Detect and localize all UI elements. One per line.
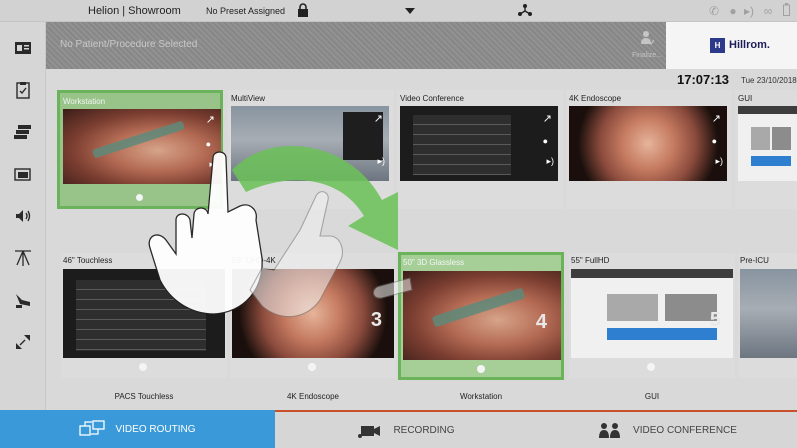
- display-number: 3: [370, 309, 382, 331]
- layers-icon[interactable]: [7, 116, 39, 148]
- speaker-icon[interactable]: ▸): [209, 159, 217, 170]
- status-indicator: [139, 363, 147, 371]
- surgical-lamp-icon[interactable]: [7, 284, 39, 316]
- finalize-label: Finalize...: [632, 52, 662, 59]
- source-preview: ↗ ● ▸): [400, 106, 558, 181]
- source-label: GUI: [738, 94, 753, 103]
- source-label: 4K Endoscope: [569, 94, 622, 103]
- destination-preview: [571, 269, 733, 358]
- destination-label: 55" UHD-4K: [232, 256, 276, 265]
- patient-header[interactable]: No Patient/Procedure Selected Finalize..…: [46, 22, 797, 69]
- destination-source-name: PACS Touchless: [114, 392, 174, 401]
- phone-icon[interactable]: ✆: [706, 3, 722, 19]
- clock-date: Tue 23/10/2018: [741, 76, 797, 85]
- destination-source-name: GUI: [644, 392, 660, 401]
- hillrom-mark-icon: H: [710, 38, 725, 53]
- tab-video-routing[interactable]: VIDEO ROUTING: [0, 410, 275, 448]
- destination-source-name: Workstation: [459, 392, 503, 401]
- source-label: Video Conference: [400, 94, 464, 103]
- sidebar: [0, 22, 46, 410]
- speaker-icon[interactable]: ▸): [715, 156, 723, 167]
- room-title: Helion | Showroom: [88, 5, 181, 17]
- status-bar: Helion | Showroom No Preset Assigned ✆ ●…: [0, 0, 797, 22]
- expand-arrow-icon[interactable]: ↗: [374, 112, 383, 125]
- destination-source-name: 4K Endoscope: [286, 392, 340, 401]
- tab-label: VIDEO CONFERENCE: [633, 424, 737, 436]
- lock-icon[interactable]: [295, 3, 311, 19]
- status-indicator: [477, 365, 485, 373]
- source-tile-gui[interactable]: GUI: [735, 90, 797, 209]
- clipboard-check-icon[interactable]: [7, 74, 39, 106]
- source-label: MultiView: [231, 94, 266, 103]
- tab-recording[interactable]: RECORDING: [275, 410, 537, 448]
- expand-arrow-icon[interactable]: ↗: [206, 113, 215, 126]
- destination-preview: [232, 269, 394, 358]
- destination-tile-46-touchless[interactable]: 46" Touchless: [61, 253, 227, 378]
- source-tile-video-conference[interactable]: Video Conference ↗ ● ▸): [397, 90, 563, 209]
- source-preview: ↗ ● ▸): [569, 106, 727, 181]
- status-indicator: [136, 194, 143, 201]
- video-routing-screen: Helion | Showroom No Preset Assigned ✆ ●…: [0, 0, 797, 448]
- destination-tile-55-fullhd[interactable]: 55" FullHD 5: [569, 253, 735, 378]
- patient-card-icon[interactable]: [7, 32, 39, 64]
- brand-name: Hillrom.: [729, 39, 770, 51]
- ceiling-lights-icon[interactable]: [7, 242, 39, 274]
- destination-label: 50" 3D Glassless: [403, 258, 465, 267]
- destination-label: Pre-ICU: [740, 256, 769, 265]
- audio-icon[interactable]: [7, 200, 39, 232]
- source-label: Workstation: [63, 97, 106, 106]
- speaker-icon[interactable]: ▸): [546, 156, 554, 167]
- destination-label: 55" FullHD: [571, 256, 610, 265]
- status-dot-icon: ●: [205, 139, 211, 149]
- fullscreen-expand-icon[interactable]: [7, 326, 39, 358]
- finalize-button[interactable]: Finalize...: [630, 26, 664, 66]
- status-indicator: [308, 363, 316, 371]
- destination-preview: [740, 269, 797, 358]
- user-check-icon: [641, 31, 654, 45]
- destination-tile-55-uhd-4k[interactable]: 55" UHD-4K 3: [230, 253, 396, 378]
- display-number: 4: [535, 311, 547, 333]
- source-preview: ↗ ▸): [231, 106, 389, 181]
- status-dot-icon: ●: [711, 136, 717, 146]
- destination-label: 46" Touchless: [63, 256, 113, 265]
- record-indicator-icon: ●: [729, 4, 737, 18]
- tab-video-conference[interactable]: VIDEO CONFERENCE: [537, 410, 797, 448]
- expand-arrow-icon[interactable]: ↗: [712, 112, 721, 125]
- patient-placeholder: No Patient/Procedure Selected: [60, 39, 198, 50]
- expand-arrow-icon[interactable]: ↗: [543, 112, 552, 125]
- windows-icon[interactable]: [7, 158, 39, 190]
- status-indicator: [647, 363, 655, 371]
- video-conference-icon: [599, 423, 621, 438]
- source-preview: ↗ ● ▸): [63, 109, 221, 184]
- display-number: 5: [709, 309, 721, 331]
- source-tile-workstation[interactable]: Workstation ↗ ● ▸): [57, 90, 223, 209]
- battery-icon: [778, 3, 794, 19]
- source-tile-multiview[interactable]: MultiView ↗ ▸): [228, 90, 394, 209]
- clock-time: 17:07:13: [677, 72, 730, 87]
- destination-preview: [63, 269, 225, 358]
- bottom-tab-bar: VIDEO ROUTING RECORDING VIDEO CONFERENCE: [0, 410, 797, 448]
- tab-label: RECORDING: [393, 424, 455, 436]
- video-routing-icon: [79, 420, 106, 436]
- tab-label: VIDEO ROUTING: [115, 423, 196, 435]
- status-dot-icon: ●: [542, 136, 548, 146]
- camera-recording-icon: [358, 426, 381, 438]
- glasses-icon: ∞: [763, 4, 773, 18]
- destination-tile-50-3d-glassless[interactable]: 50" 3D Glassless 4: [398, 252, 564, 380]
- dropdown-arrow-icon[interactable]: [402, 3, 418, 19]
- destination-tile-pre-icu[interactable]: Pre-ICU: [738, 253, 797, 378]
- preset-status[interactable]: No Preset Assigned: [206, 6, 285, 16]
- source-preview: [738, 106, 797, 181]
- source-tile-4k-endoscope[interactable]: 4K Endoscope ↗ ● ▸): [566, 90, 732, 209]
- network-icon[interactable]: [517, 3, 533, 19]
- speaker-icon[interactable]: ▸): [377, 156, 385, 167]
- speaker-icon: ▸): [743, 4, 755, 18]
- brand-logo: H Hillrom.: [666, 22, 797, 69]
